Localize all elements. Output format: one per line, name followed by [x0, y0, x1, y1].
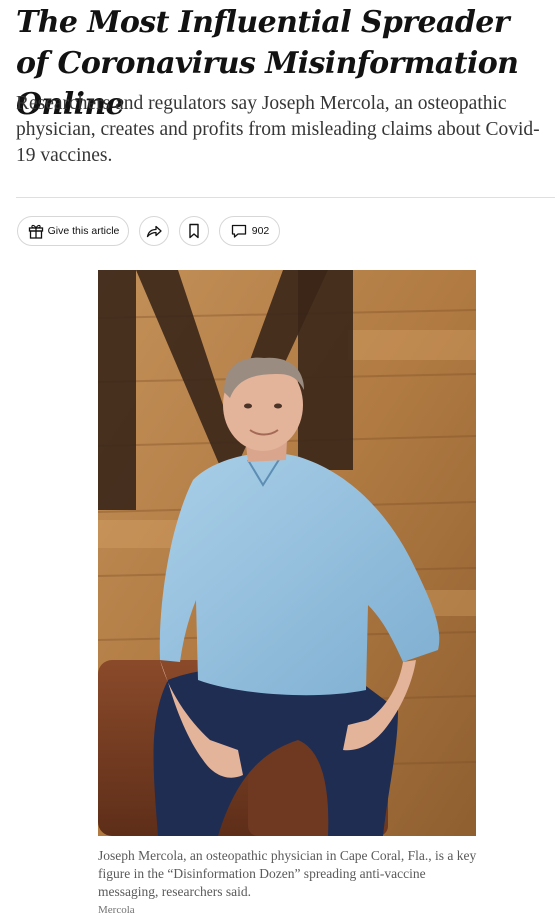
share-arrow-icon: [145, 222, 163, 240]
article-toolbar: Give this article 902: [17, 216, 280, 246]
give-article-label: Give this article: [47, 225, 120, 237]
photo-credit: Mercola: [98, 904, 135, 916]
header-divider: [16, 197, 555, 198]
give-article-button[interactable]: Give this article: [17, 216, 129, 246]
comment-icon: [230, 222, 248, 240]
save-bookmark-button[interactable]: [179, 216, 209, 246]
comment-count: 902: [251, 225, 270, 237]
gift-icon: [27, 222, 45, 240]
article-summary: Researchers and regulators say Joseph Me…: [16, 93, 540, 166]
photo-caption: Joseph Mercola, an osteopathic physician…: [98, 848, 477, 899]
share-button[interactable]: [139, 216, 169, 246]
bookmark-icon: [185, 222, 203, 240]
comments-button[interactable]: 902: [219, 216, 280, 246]
article-photo: [98, 270, 476, 836]
